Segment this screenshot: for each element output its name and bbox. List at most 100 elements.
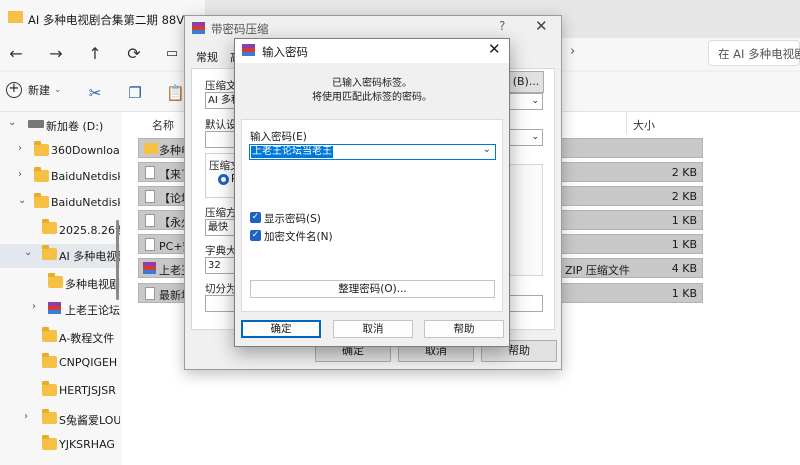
tab-title: AI 多种电视剧合集第二期 88V [28, 13, 185, 27]
chevron-right-icon: › [32, 301, 36, 312]
enter-password-dialog: 输入密码 ✕ 已输入密码标签。 将使用匹配此标签的密码。 输入密码(E) 上老王… [234, 38, 510, 347]
show-password-checkbox[interactable]: ✓ [250, 212, 261, 223]
archive-name-field[interactable]: AI 多种 [205, 92, 237, 109]
file-size: 4 KB [671, 262, 697, 275]
folder-icon [48, 273, 63, 288]
chevron-down-icon: ⌄ [531, 132, 539, 142]
sidebar-item-yjksrhag[interactable]: YJKSRHAG [0, 434, 120, 456]
column-header-name[interactable]: 名称 [152, 117, 174, 133]
sidebar-item-label: 上老王论坛 [65, 304, 120, 317]
winrar-icon [242, 44, 255, 57]
options-group [505, 164, 543, 276]
help-glyph[interactable]: ? [499, 19, 505, 33]
forward-arrow-icon[interactable]: → [44, 42, 68, 66]
options-select[interactable]: ⌄ [508, 129, 543, 146]
organize-passwords-button[interactable]: 整理密码(O)... [250, 280, 495, 298]
column-header-size[interactable]: 大小 [633, 117, 655, 133]
explorer-tab[interactable]: AI 多种电视剧合集第二期 88V [0, 0, 205, 38]
copy-icon[interactable]: ❐ [126, 84, 144, 102]
sidebar-item-label: YJKSRHAG [59, 438, 115, 451]
monitor-icon[interactable]: ▭ [160, 42, 184, 66]
plus-icon: + [6, 82, 22, 98]
chevron-down-icon: ⌄ [531, 96, 539, 106]
ok-button[interactable]: 确定 [241, 320, 321, 338]
encrypt-filenames-label[interactable]: 加密文件名(N) [264, 229, 333, 244]
sidebar-item-laowang[interactable]: › 上老王论坛 [0, 298, 120, 320]
show-password-label[interactable]: 显示密码(S) [264, 211, 321, 226]
sidebar-item-hertjsjsr[interactable]: HERTJSJSR [0, 380, 120, 402]
sidebar-item-label: S兔酱爱LOU [59, 414, 120, 427]
split-unit-select[interactable] [508, 295, 543, 312]
sidebar-item-s-lou[interactable]: › S兔酱爱LOU [0, 408, 120, 430]
file-size: 2 KB [671, 166, 697, 179]
folder-icon [8, 11, 23, 23]
update-mode-select[interactable]: ⌄ [508, 93, 543, 110]
sidebar-item-course[interactable]: 2025.8.26课程 [0, 218, 120, 240]
document-icon [145, 238, 155, 251]
tab-general[interactable]: 常规 [196, 49, 218, 65]
help-button[interactable]: 帮助 [424, 320, 504, 338]
folder-icon [42, 381, 57, 396]
close-icon[interactable]: ✕ [535, 17, 548, 35]
winrar-archive-icon [48, 302, 61, 315]
split-select[interactable] [205, 295, 237, 312]
cancel-button[interactable]: 取消 [333, 320, 413, 338]
search-placeholder: 在 AI 多种电视剧 [718, 47, 800, 61]
chevron-right-icon: › [24, 411, 28, 422]
document-icon [145, 190, 155, 203]
document-icon [145, 287, 155, 300]
sidebar-item-baidunetdisk-workspace[interactable]: ⌄ BaiduNetdiskWorkspace [0, 192, 120, 214]
file-size: 1 KB [671, 214, 697, 227]
sidebar-item-label: CNPQIGEH [59, 356, 118, 369]
sidebar-item-label: 2025.8.26课程 [59, 224, 120, 237]
chevron-down-icon[interactable]: ⌄ [483, 144, 491, 155]
sidebar-item-series[interactable]: 多种电视剧 [0, 272, 120, 294]
sidebar-item-label: AI 多种电视剧 [59, 250, 120, 263]
new-button[interactable]: + 新建 ⌄ [6, 82, 62, 104]
profile-select[interactable] [205, 131, 237, 148]
dialog-title: 带密码压缩 [211, 22, 269, 36]
cut-icon[interactable]: ✂ [86, 84, 104, 102]
search-input[interactable]: 在 AI 多种电视剧 [708, 40, 800, 66]
chevron-down-icon: ⌄ [54, 85, 62, 95]
dictionary-select[interactable]: 32 [205, 257, 237, 274]
format-radio[interactable] [218, 174, 229, 185]
file-size: 2 KB [671, 190, 697, 203]
folder-icon [42, 409, 57, 424]
encrypt-filenames-checkbox[interactable]: ✓ [250, 230, 261, 241]
folder-icon [34, 193, 49, 208]
info-message-line2: 将使用匹配此标签的密码。 [312, 92, 432, 103]
back-arrow-icon[interactable]: ← [4, 42, 28, 66]
navigation-pane: ⌄ 新加卷 (D:) › 360Downloads › BaiduNetdisk… [0, 112, 122, 465]
breadcrumb-chevron-icon[interactable]: › [570, 44, 575, 59]
sidebar-item-ai-series[interactable]: ⌄ AI 多种电视剧 [0, 244, 120, 268]
refresh-icon[interactable]: ⟳ [122, 42, 146, 66]
paste-icon[interactable]: 📋 [166, 84, 185, 102]
sidebar-item-tutorial-files[interactable]: A-教程文件 [0, 326, 120, 348]
chevron-right-icon: › [18, 169, 22, 180]
sidebar-item-label: HERTJSJSR [59, 384, 116, 397]
folder-icon [42, 353, 57, 368]
sidebar-item-360downloads[interactable]: › 360Downloads [0, 140, 120, 162]
column-divider[interactable] [626, 112, 627, 134]
winrar-icon [192, 22, 205, 35]
browse-button[interactable]: (B)... [508, 71, 544, 93]
sidebar-item-drive-d[interactable]: ⌄ 新加卷 (D:) [0, 114, 120, 136]
sidebar-item-baidunetdisk-download[interactable]: › BaiduNetdiskDownload [0, 166, 120, 188]
folder-icon [144, 143, 158, 154]
sidebar-scrollbar[interactable] [116, 220, 119, 300]
close-icon[interactable]: ✕ [488, 40, 501, 58]
folder-icon [34, 167, 49, 182]
password-combobox[interactable]: 上老王论坛当老王 ⌄ [249, 144, 496, 160]
sidebar-item-label: 360Downloads [51, 144, 120, 157]
winrar-archive-icon [143, 262, 156, 275]
sidebar-item-cnpqigeh[interactable]: CNPQIGEH [0, 352, 120, 374]
sidebar-item-label: A-教程文件 [59, 332, 115, 345]
method-select[interactable]: 最快 [205, 219, 237, 236]
folder-icon [42, 435, 57, 450]
file-type: ZIP 压缩文件 [565, 264, 630, 277]
up-arrow-icon[interactable]: ↑ [83, 42, 107, 66]
password-value: 上老王论坛当老王 [251, 146, 333, 158]
chevron-right-icon: › [18, 143, 22, 154]
document-icon [145, 166, 155, 179]
